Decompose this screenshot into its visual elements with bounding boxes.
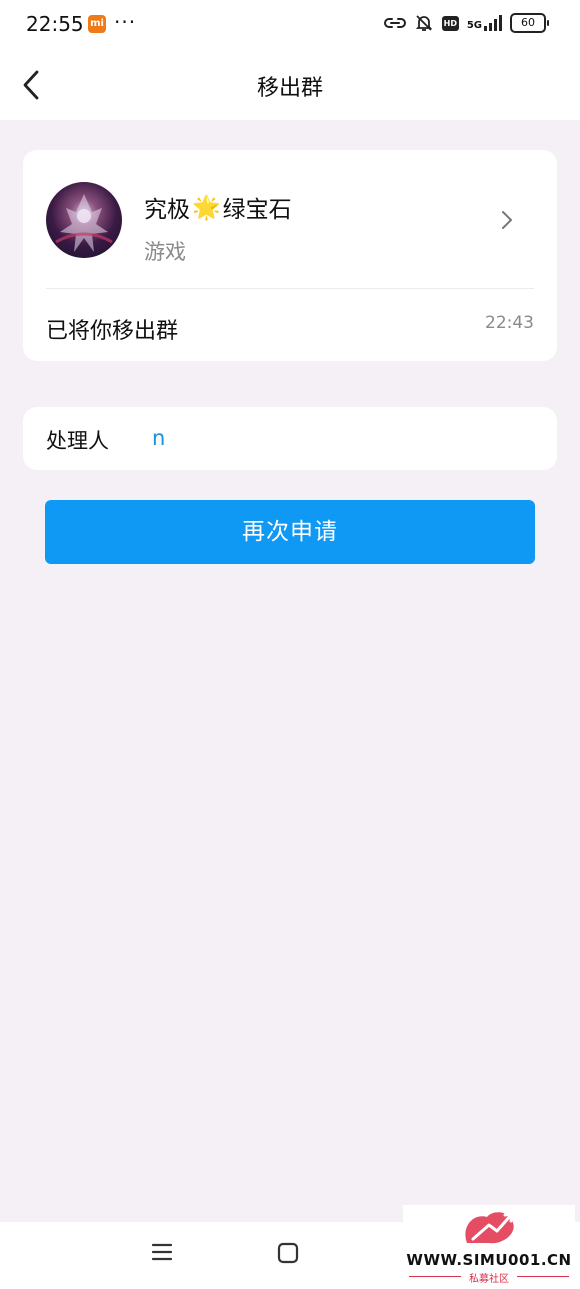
group-name-prefix: 究极: [144, 197, 190, 223]
star-emoji: 🌟: [192, 194, 221, 221]
status-time: 22:55: [26, 12, 84, 36]
home-button[interactable]: [277, 1242, 299, 1264]
reapply-button[interactable]: 再次申请: [45, 500, 535, 564]
link-icon: [383, 18, 406, 28]
handler-label: 处理人: [46, 429, 109, 453]
more-notifications-icon: ···: [114, 10, 137, 34]
mute-bell-icon: [415, 15, 433, 31]
removal-time: 22:43: [485, 313, 534, 333]
nav-bar: 移出群: [0, 50, 580, 120]
watermark-logo-icon: [465, 1212, 514, 1244]
hd-icon: HD: [441, 15, 459, 31]
avatar-art: [55, 194, 113, 252]
battery-icon: 60: [510, 13, 549, 33]
group-name-suffix: 绿宝石: [222, 197, 292, 223]
home-square-icon: [277, 1242, 299, 1264]
chevron-right-icon: [502, 211, 512, 229]
watermark-subtitle: 私募社区: [469, 1274, 509, 1285]
menu-icon: [151, 1243, 173, 1261]
handler-name-link[interactable]: n: [152, 426, 165, 450]
watermark-line-right: [517, 1276, 569, 1277]
group-avatar[interactable]: [46, 182, 122, 258]
group-name: 究极 🌟 绿宝石: [144, 190, 292, 224]
signal-group: 5G: [467, 15, 502, 31]
mi-app-icon: mi: [88, 15, 106, 33]
removal-notice: 已将你移出群: [46, 319, 179, 344]
status-icons: HD 5G 60: [383, 13, 549, 33]
recent-apps-button[interactable]: [150, 1240, 174, 1264]
group-card: 究极 🌟 绿宝石 游戏 已将你移出群 22:43: [23, 150, 557, 361]
watermark: WWW.SIMU001.CN 私募社区: [403, 1205, 575, 1289]
page-title: 移出群: [256, 76, 323, 101]
watermark-url: WWW.SIMU001.CN: [406, 1251, 572, 1269]
signal-icon: [484, 15, 502, 31]
group-category: 游戏: [144, 240, 186, 264]
network-type: 5G: [466, 20, 482, 31]
divider: [46, 288, 534, 289]
handler-card: 处理人 n: [23, 407, 557, 470]
status-bar: 22:55 mi ··· HD 5G 60: [0, 0, 580, 50]
group-detail-button[interactable]: [499, 208, 515, 232]
